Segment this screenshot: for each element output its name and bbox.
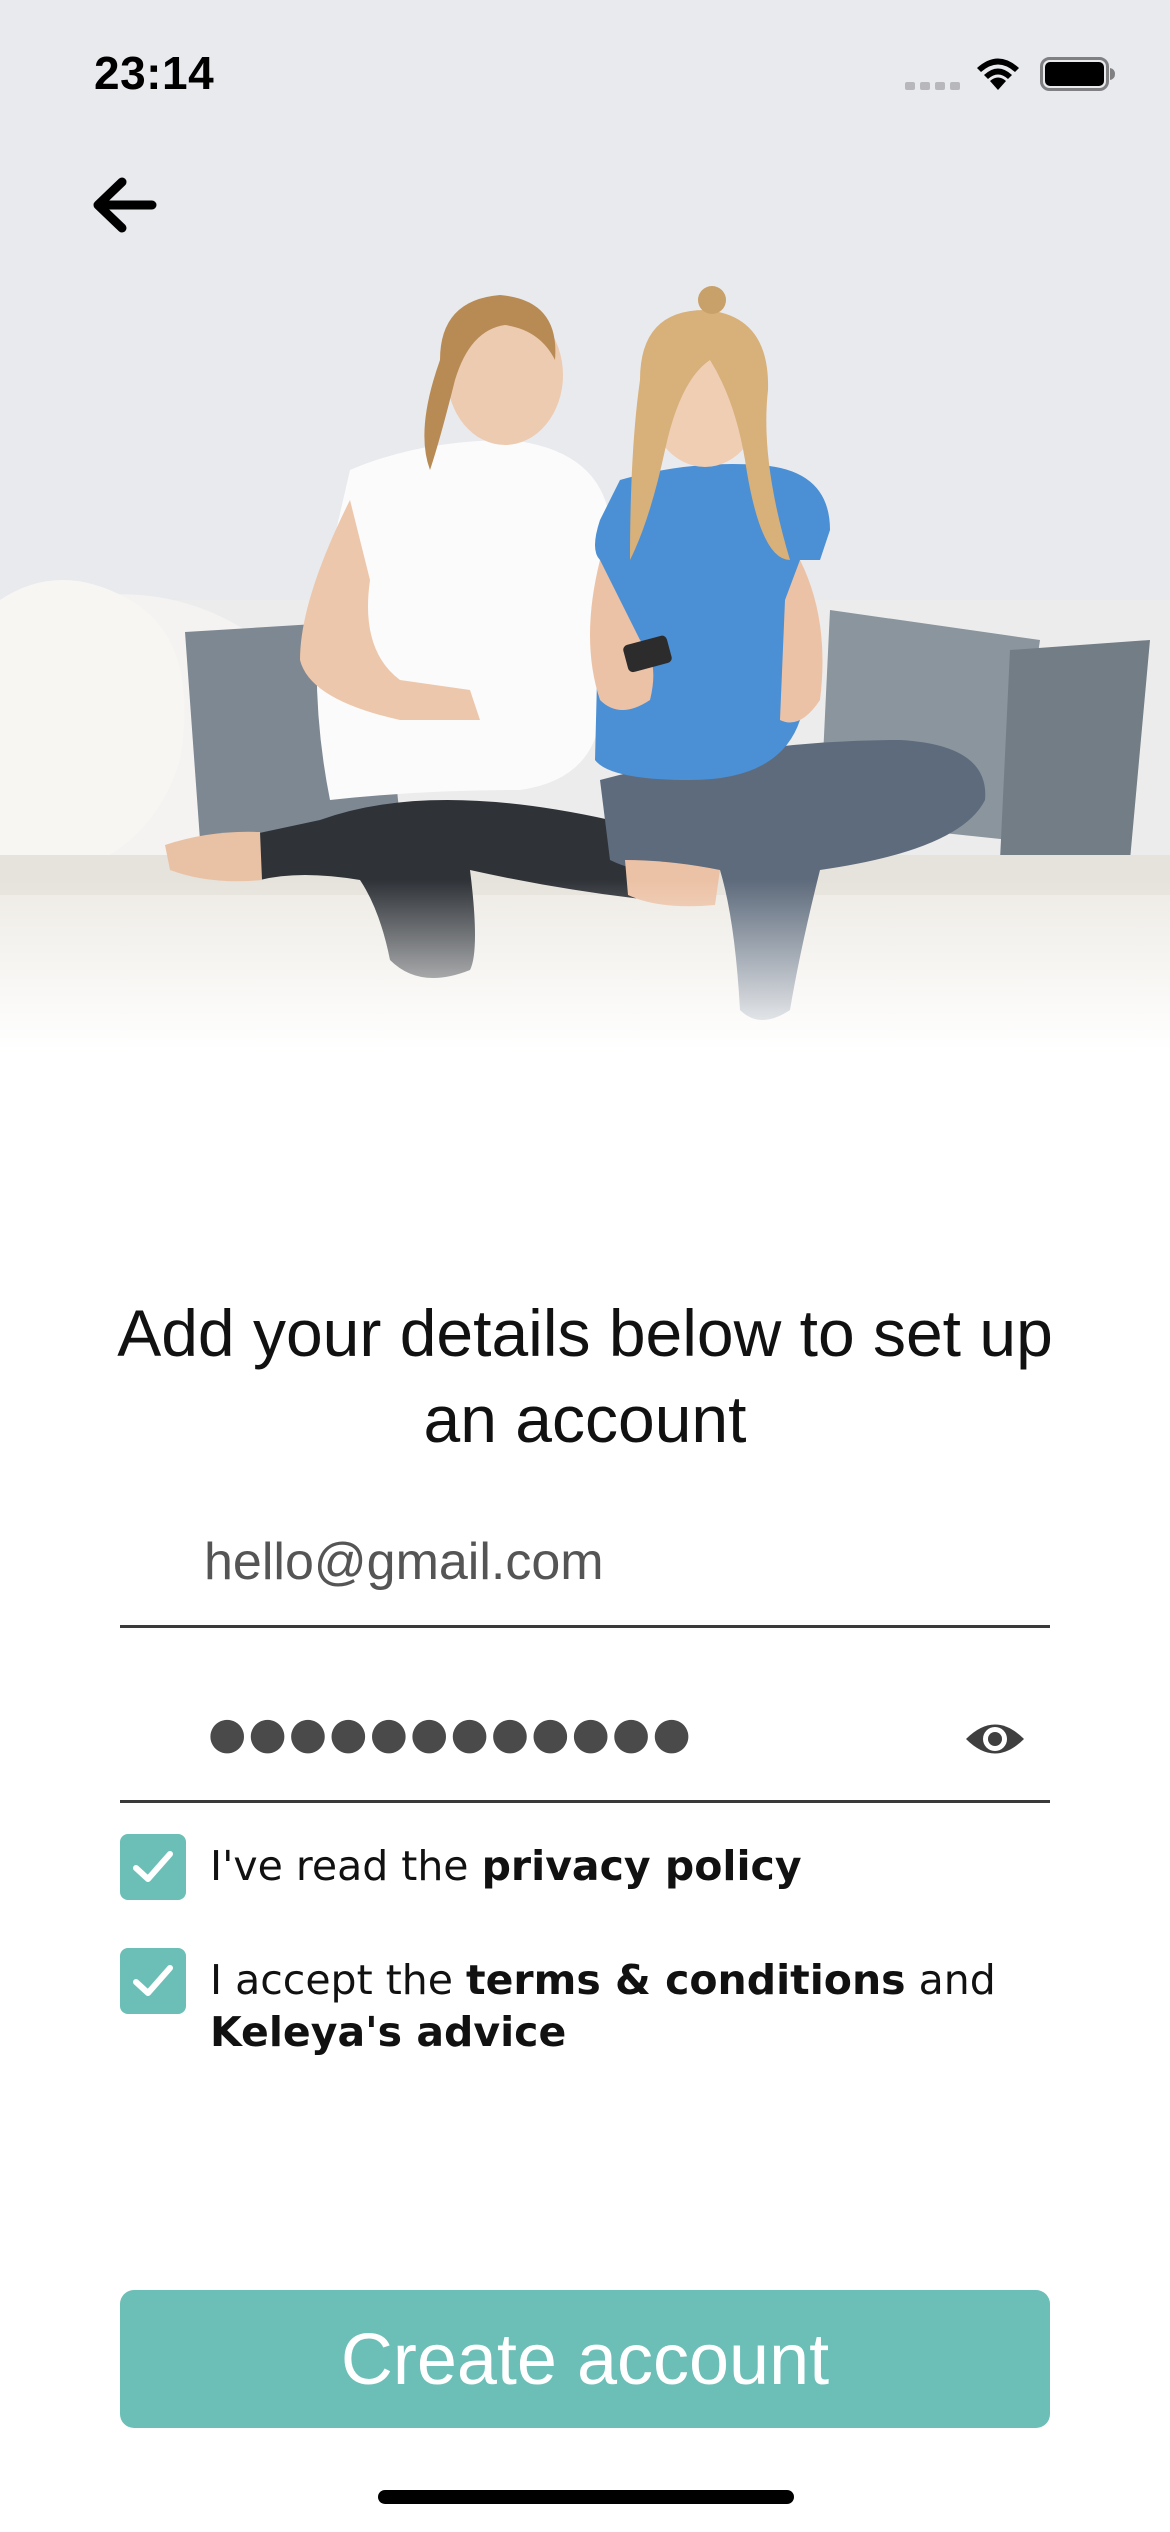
arrow-left-icon [93, 177, 157, 233]
password-input[interactable]: ●●●●●●●●●●●● [208, 1708, 693, 1759]
privacy-policy-label: I've read the privacy policy [210, 1840, 1050, 1892]
toggle-password-visibility-button[interactable] [964, 1716, 1026, 1762]
terms-checkbox[interactable] [120, 1948, 186, 2014]
eye-icon [966, 1724, 1024, 1754]
hero-photo [0, 0, 1170, 1050]
privacy-policy-link[interactable]: privacy policy [482, 1842, 802, 1890]
email-field [120, 1505, 1050, 1628]
terms-conditions-link[interactable]: terms & conditions [466, 1956, 906, 2004]
signup-screen: 23:14 Add your details below to set up a… [0, 0, 1170, 2532]
privacy-prefix-text: I've read the [210, 1842, 482, 1890]
battery-icon [1040, 57, 1115, 91]
wifi-icon [977, 58, 1019, 90]
create-account-button[interactable]: Create account [120, 2290, 1050, 2428]
cellular-signal-icon [905, 82, 960, 90]
terms-label: I accept the terms & conditions and Kele… [210, 1954, 1050, 2058]
checkmark-icon [133, 1965, 173, 1996]
home-indicator [378, 2490, 794, 2504]
terms-prefix-text: I accept the [210, 1956, 467, 2004]
keleya-advice-link[interactable]: Keleya's advice [210, 2008, 566, 2056]
password-field: ●●●●●●●●●●●● [120, 1680, 1050, 1803]
status-bar: 23:14 [0, 0, 1170, 140]
hero-fade [0, 880, 1170, 1050]
page-title: Add your details below to set up an acco… [117, 1296, 1053, 1456]
terms-middle-text: and [905, 1956, 996, 2004]
privacy-policy-checkbox[interactable] [120, 1834, 186, 1900]
status-time: 23:14 [94, 47, 215, 99]
back-button[interactable] [90, 170, 170, 240]
checkmark-icon [133, 1851, 173, 1882]
email-input[interactable] [204, 1527, 964, 1597]
